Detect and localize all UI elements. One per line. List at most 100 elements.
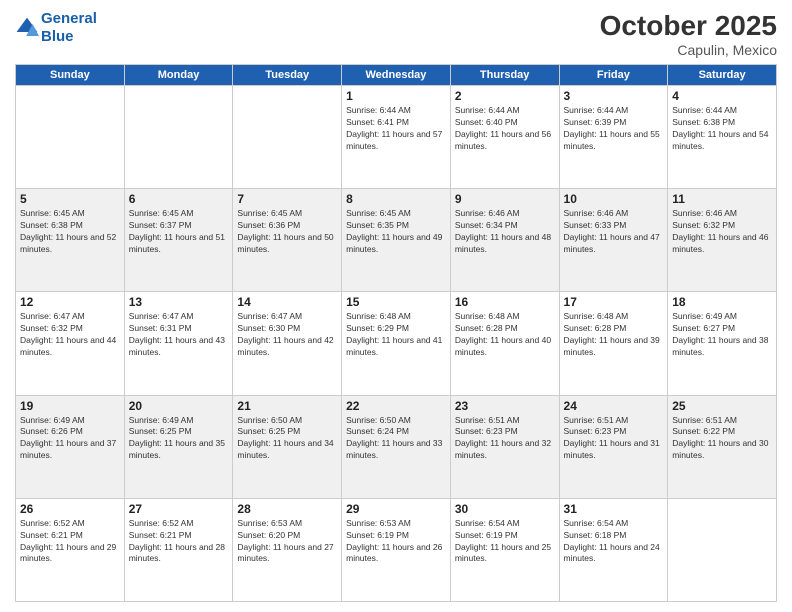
day-number: 20: [129, 399, 229, 413]
day-number: 28: [237, 502, 337, 516]
calendar-page: General Blue October 2025 Capulin, Mexic…: [0, 0, 792, 612]
day-cell: 11 Sunrise: 6:46 AM Sunset: 6:32 PM Dayli…: [668, 189, 777, 292]
day-number: 24: [564, 399, 664, 413]
day-cell: [233, 86, 342, 189]
day-cell: 7 Sunrise: 6:45 AM Sunset: 6:36 PM Daylig…: [233, 189, 342, 292]
week-row-1: 5 Sunrise: 6:45 AM Sunset: 6:38 PM Daylig…: [16, 189, 777, 292]
col-tuesday: Tuesday: [233, 65, 342, 86]
day-cell: [668, 498, 777, 601]
col-saturday: Saturday: [668, 65, 777, 86]
day-info: Sunrise: 6:51 AM Sunset: 6:23 PM Dayligh…: [564, 415, 664, 463]
day-cell: 6Sunrise: 6:45 AM Sunset: 6:37 PM Daylig…: [124, 189, 233, 292]
day-number: 2: [455, 89, 555, 103]
location: Capulin, Mexico: [600, 42, 777, 58]
col-sunday: Sunday: [16, 65, 125, 86]
day-number: 7: [237, 192, 337, 206]
day-number: 4: [672, 89, 772, 103]
day-info: Sunrise: 6:45 AM Sunset: 6:38 PM Dayligh…: [20, 208, 120, 256]
day-info: Sunrise: 6:48 AM Sunset: 6:28 PM Dayligh…: [455, 311, 555, 359]
day-cell: 23 Sunrise: 6:51 AM Sunset: 6:23 PM Dayli…: [450, 395, 559, 498]
day-number: 16: [455, 295, 555, 309]
day-info: Sunrise: 6:49 AM Sunset: 6:26 PM Dayligh…: [20, 415, 120, 463]
col-friday: Friday: [559, 65, 668, 86]
day-number: 5: [20, 192, 120, 206]
day-cell: 14 Sunrise: 6:47 AM Sunset: 6:30 PM Dayli…: [233, 292, 342, 395]
day-info: Sunrise: 6:45 AM Sunset: 6:37 PM Dayligh…: [129, 208, 229, 256]
week-row-2: 12 Sunrise: 6:47 AM Sunset: 6:32 PM Dayli…: [16, 292, 777, 395]
day-number: 26: [20, 502, 120, 516]
day-info: Sunrise: 6:46 AM Sunset: 6:32 PM Dayligh…: [672, 208, 772, 256]
day-number: 8: [346, 192, 446, 206]
day-info: Sunrise: 6:49 AM Sunset: 6:25 PM Dayligh…: [129, 415, 229, 463]
day-cell: 2 Sunrise: 6:44 AM Sunset: 6:40 PM Daylig…: [450, 86, 559, 189]
day-number: 9: [455, 192, 555, 206]
day-info: Sunrise: 6:53 AM Sunset: 6:20 PM Dayligh…: [237, 518, 337, 566]
logo: General Blue: [15, 10, 97, 46]
day-cell: 21 Sunrise: 6:50 AM Sunset: 6:25 PM Dayli…: [233, 395, 342, 498]
week-row-0: 1 Sunrise: 6:44 AM Sunset: 6:41 PM Daylig…: [16, 86, 777, 189]
day-cell: 9Sunrise: 6:46 AM Sunset: 6:34 PM Daylig…: [450, 189, 559, 292]
day-info: Sunrise: 6:54 AM Sunset: 6:19 PM Dayligh…: [455, 518, 555, 566]
logo-icon: [15, 16, 39, 40]
day-info: Sunrise: 6:44 AM Sunset: 6:41 PM Dayligh…: [346, 105, 446, 153]
day-number: 15: [346, 295, 446, 309]
col-wednesday: Wednesday: [342, 65, 451, 86]
day-number: 29: [346, 502, 446, 516]
day-info: Sunrise: 6:48 AM Sunset: 6:28 PM Dayligh…: [564, 311, 664, 359]
day-cell: [16, 86, 125, 189]
day-number: 23: [455, 399, 555, 413]
day-info: Sunrise: 6:52 AM Sunset: 6:21 PM Dayligh…: [129, 518, 229, 566]
day-cell: 27Sunrise: 6:52 AM Sunset: 6:21 PM Dayli…: [124, 498, 233, 601]
week-row-4: 26 Sunrise: 6:52 AM Sunset: 6:21 PM Dayli…: [16, 498, 777, 601]
day-cell: 15Sunrise: 6:48 AM Sunset: 6:29 PM Dayli…: [342, 292, 451, 395]
calendar-table: Sunday Monday Tuesday Wednesday Thursday…: [15, 64, 777, 602]
day-number: 25: [672, 399, 772, 413]
day-info: Sunrise: 6:45 AM Sunset: 6:36 PM Dayligh…: [237, 208, 337, 256]
day-number: 18: [672, 295, 772, 309]
day-number: 30: [455, 502, 555, 516]
day-info: Sunrise: 6:47 AM Sunset: 6:32 PM Dayligh…: [20, 311, 120, 359]
day-info: Sunrise: 6:44 AM Sunset: 6:40 PM Dayligh…: [455, 105, 555, 153]
day-number: 10: [564, 192, 664, 206]
col-monday: Monday: [124, 65, 233, 86]
day-info: Sunrise: 6:44 AM Sunset: 6:39 PM Dayligh…: [564, 105, 664, 153]
day-cell: 4 Sunrise: 6:44 AM Sunset: 6:38 PM Daylig…: [668, 86, 777, 189]
day-number: 17: [564, 295, 664, 309]
day-number: 21: [237, 399, 337, 413]
day-cell: 22Sunrise: 6:50 AM Sunset: 6:24 PM Dayli…: [342, 395, 451, 498]
day-info: Sunrise: 6:50 AM Sunset: 6:25 PM Dayligh…: [237, 415, 337, 463]
day-number: 14: [237, 295, 337, 309]
day-cell: 16 Sunrise: 6:48 AM Sunset: 6:28 PM Dayli…: [450, 292, 559, 395]
week-row-3: 19 Sunrise: 6:49 AM Sunset: 6:26 PM Dayli…: [16, 395, 777, 498]
day-number: 12: [20, 295, 120, 309]
day-info: Sunrise: 6:54 AM Sunset: 6:18 PM Dayligh…: [564, 518, 664, 566]
day-number: 22: [346, 399, 446, 413]
day-info: Sunrise: 6:45 AM Sunset: 6:35 PM Dayligh…: [346, 208, 446, 256]
header-row: Sunday Monday Tuesday Wednesday Thursday…: [16, 65, 777, 86]
day-cell: 13Sunrise: 6:47 AM Sunset: 6:31 PM Dayli…: [124, 292, 233, 395]
day-cell: 29 Sunrise: 6:53 AM Sunset: 6:19 PM Dayli…: [342, 498, 451, 601]
day-number: 1: [346, 89, 446, 103]
day-info: Sunrise: 6:52 AM Sunset: 6:21 PM Dayligh…: [20, 518, 120, 566]
day-cell: 26 Sunrise: 6:52 AM Sunset: 6:21 PM Dayli…: [16, 498, 125, 601]
day-cell: 5 Sunrise: 6:45 AM Sunset: 6:38 PM Daylig…: [16, 189, 125, 292]
day-info: Sunrise: 6:47 AM Sunset: 6:30 PM Dayligh…: [237, 311, 337, 359]
day-cell: 31 Sunrise: 6:54 AM Sunset: 6:18 PM Dayli…: [559, 498, 668, 601]
day-cell: 25 Sunrise: 6:51 AM Sunset: 6:22 PM Dayli…: [668, 395, 777, 498]
day-cell: 1 Sunrise: 6:44 AM Sunset: 6:41 PM Daylig…: [342, 86, 451, 189]
day-cell: 18Sunrise: 6:49 AM Sunset: 6:27 PM Dayli…: [668, 292, 777, 395]
day-number: 31: [564, 502, 664, 516]
day-cell: 19 Sunrise: 6:49 AM Sunset: 6:26 PM Dayli…: [16, 395, 125, 498]
day-info: Sunrise: 6:53 AM Sunset: 6:19 PM Dayligh…: [346, 518, 446, 566]
day-info: Sunrise: 6:51 AM Sunset: 6:23 PM Dayligh…: [455, 415, 555, 463]
day-info: Sunrise: 6:44 AM Sunset: 6:38 PM Dayligh…: [672, 105, 772, 153]
day-number: 19: [20, 399, 120, 413]
day-number: 13: [129, 295, 229, 309]
logo-text: General Blue: [41, 10, 97, 46]
day-cell: 10Sunrise: 6:46 AM Sunset: 6:33 PM Dayli…: [559, 189, 668, 292]
col-thursday: Thursday: [450, 65, 559, 86]
day-info: Sunrise: 6:51 AM Sunset: 6:22 PM Dayligh…: [672, 415, 772, 463]
day-cell: [124, 86, 233, 189]
day-cell: 3Sunrise: 6:44 AM Sunset: 6:39 PM Daylig…: [559, 86, 668, 189]
day-number: 11: [672, 192, 772, 206]
